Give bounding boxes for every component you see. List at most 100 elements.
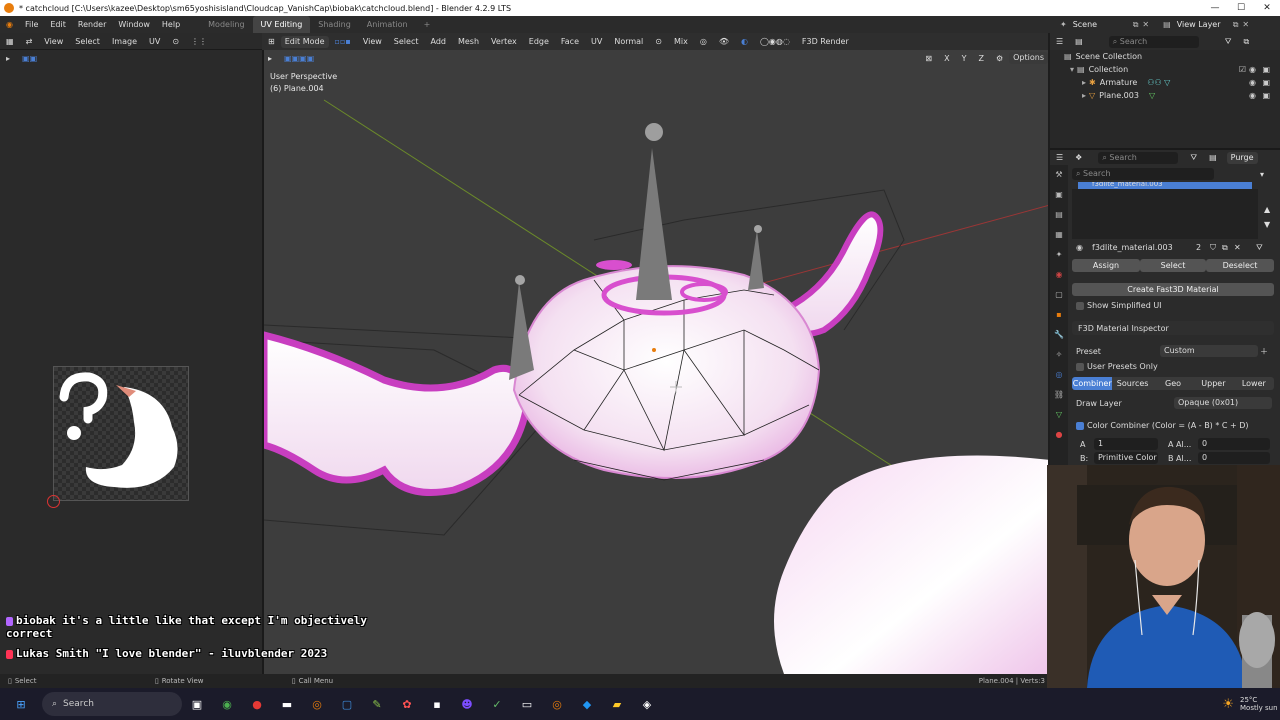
viewport-type-icon[interactable]: ⊞ <box>262 33 281 50</box>
minimize-button[interactable]: — <box>1202 0 1228 16</box>
scene-tab-icon[interactable]: ✦ <box>1050 245 1068 265</box>
uv-menu-uv[interactable]: UV <box>143 33 166 50</box>
file-explorer-icon[interactable]: ▰ <box>606 693 628 715</box>
uv-editor-canvas[interactable] <box>0 66 262 674</box>
tool-tab-icon[interactable]: ⚒ <box>1050 165 1068 185</box>
world-tab-icon[interactable]: ◉ <box>1050 265 1068 285</box>
task-view-icon[interactable]: ▣ <box>186 693 208 715</box>
taskbar-search[interactable]: ⌕ Search <box>42 692 182 716</box>
blender-taskbar-icon[interactable]: ◎ <box>306 693 328 715</box>
select-mode-icons[interactable]: ▫▫▪ <box>329 33 357 50</box>
3d-viewport[interactable]: User Perspective (6) Plane.004 <box>262 50 1048 674</box>
row-a-alpha-dropdown[interactable]: 0 <box>1198 438 1270 450</box>
pivot-icon[interactable]: ⊙ <box>649 33 668 50</box>
render-tab-icon[interactable]: ▣ <box>1050 185 1068 205</box>
delete-layer-icon[interactable]: ✕ <box>1242 20 1249 29</box>
color-combiner-checkbox[interactable]: Color Combiner (Color = (A - B) * C + D) <box>1076 421 1249 430</box>
vp-menu-vertex[interactable]: Vertex <box>485 33 523 50</box>
object-tab-icon[interactable]: ▪ <box>1050 305 1068 325</box>
shading-icons[interactable]: ◯◉◍◌ <box>754 33 796 50</box>
menu-edit[interactable]: Edit <box>44 16 72 33</box>
tab-lower[interactable]: Lower <box>1234 377 1274 390</box>
uv-menu-select[interactable]: Select <box>69 33 106 50</box>
menu-help[interactable]: Help <box>156 16 186 33</box>
assign-button[interactable]: Assign <box>1072 259 1140 272</box>
chevron-right-icon[interactable]: ▸ <box>1082 91 1086 100</box>
uv-menu-image[interactable]: Image <box>106 33 143 50</box>
menu-window[interactable]: Window <box>112 16 156 33</box>
app-red-icon[interactable]: ● <box>246 693 268 715</box>
tab-geo[interactable]: Geo <box>1153 377 1193 390</box>
app-chart-icon[interactable]: ✓ <box>486 693 508 715</box>
tab-animation[interactable]: Animation <box>359 16 416 33</box>
vp-select-tool-icon[interactable]: ▸ <box>262 50 278 67</box>
tab-uv-editing[interactable]: UV Editing <box>252 16 311 33</box>
axis-mirror-icon[interactable]: ⊠ <box>919 50 938 67</box>
discord-icon[interactable]: ☻ <box>456 693 478 715</box>
outliner-row-scene-collection[interactable]: ▤ Scene Collection <box>1050 50 1280 63</box>
axis-x-toggle[interactable]: X <box>938 50 955 67</box>
uv-sync-icon[interactable]: ⇄ <box>20 33 39 50</box>
duplicate-material-icon[interactable]: ⧉ <box>1222 243 1228 253</box>
vscode-icon[interactable]: ◆ <box>576 693 598 715</box>
app-terminal2-icon[interactable]: ▭ <box>516 693 538 715</box>
vp-menu-add[interactable]: Add <box>424 33 452 50</box>
outliner-new-collection-icon[interactable]: ⧉ <box>1237 33 1255 50</box>
new-scene-icon[interactable]: ⧉ <box>1133 20 1139 30</box>
row-b-dropdown[interactable]: Primitive Color <box>1094 452 1158 464</box>
eye-icon[interactable]: ◉ <box>1249 78 1256 87</box>
axis-z-toggle[interactable]: Z <box>972 50 989 67</box>
windows-start-icon[interactable]: ⊞ <box>10 693 32 715</box>
axis-y-toggle[interactable]: Y <box>956 50 973 67</box>
terminal-icon[interactable]: ▬ <box>276 693 298 715</box>
material-list-item[interactable]: f3dlite_material.003 <box>1078 182 1252 189</box>
vp-menu-edge[interactable]: Edge <box>523 33 555 50</box>
orientation-selector[interactable]: Normal <box>608 33 649 50</box>
app-dark-icon[interactable]: ▪ <box>426 693 448 715</box>
2d-cursor-icon[interactable] <box>47 495 60 508</box>
material-filter-icon[interactable]: ⛛ <box>1256 243 1263 253</box>
checkbox-icon[interactable] <box>1076 362 1084 371</box>
purge-button[interactable]: Purge <box>1226 151 1258 164</box>
particles-tab-icon[interactable]: ✧ <box>1050 345 1068 365</box>
eye-icon[interactable]: ◉ <box>1249 65 1256 74</box>
vp-select-mode-icon[interactable]: ▣▣▣▣ <box>278 50 320 67</box>
tab-upper[interactable]: Upper <box>1193 377 1233 390</box>
filter-icon[interactable]: ⛛ <box>1184 149 1203 166</box>
proportional-icon[interactable]: ◎ <box>694 33 713 50</box>
chrome-icon[interactable]: ◉ <box>216 693 238 715</box>
material-tab-icon[interactable]: ● <box>1050 425 1068 445</box>
visibility-icon[interactable]: 👁 <box>713 33 735 50</box>
blender-menu-icon[interactable]: ◉ <box>0 16 19 33</box>
snap-mix-selector[interactable]: Mix <box>668 33 694 50</box>
outliner-display-icon[interactable]: ▤ <box>1069 33 1089 50</box>
copy-icon[interactable]: ▤ <box>1203 149 1223 166</box>
add-workspace-button[interactable]: + <box>416 16 439 33</box>
uv-select-tool-icon[interactable]: ▸ <box>0 50 16 67</box>
menu-render[interactable]: Render <box>72 16 112 33</box>
uv-snap-icon[interactable]: ⋮⋮ <box>185 33 213 50</box>
camera-icon[interactable]: ▣ <box>1262 78 1270 87</box>
app-green-icon[interactable]: ✎ <box>366 693 388 715</box>
material-list-search[interactable]: ⌕ Search <box>1072 168 1214 180</box>
app-blue-icon[interactable]: ▢ <box>336 693 358 715</box>
data-tab-icon[interactable]: ▽ <box>1050 405 1068 425</box>
output-tab-icon[interactable]: ▤ <box>1050 205 1068 225</box>
tab-combiner[interactable]: Combiner <box>1072 377 1113 390</box>
vp-menu-mesh[interactable]: Mesh <box>452 33 485 50</box>
app-red2-icon[interactable]: ✿ <box>396 693 418 715</box>
uv-menu-view[interactable]: View <box>38 33 69 50</box>
outliner-row-armature[interactable]: ▸ ✱ Armature ⚇⚇ ▽ ◉ ▣ <box>1050 76 1280 89</box>
preset-dropdown[interactable]: Custom <box>1160 345 1258 357</box>
vp-menu-view[interactable]: View <box>357 33 388 50</box>
tab-sources[interactable]: Sources <box>1112 377 1152 390</box>
user-presets-checkbox[interactable]: User Presets Only <box>1076 362 1158 371</box>
menu-file[interactable]: File <box>19 16 44 33</box>
fake-user-icon[interactable]: ⛉ <box>1210 243 1216 253</box>
uv-select-mode-icon[interactable]: ▣▣ <box>16 50 43 67</box>
move-down-icon[interactable]: ▼ <box>1264 220 1270 229</box>
outliner-filter-icon[interactable]: ⛛ <box>1219 33 1238 50</box>
unlink-material-icon[interactable]: ✕ <box>1234 243 1241 252</box>
checkbox-icon[interactable] <box>1076 421 1084 430</box>
view-layer-tab-icon[interactable]: ▦ <box>1050 225 1068 245</box>
